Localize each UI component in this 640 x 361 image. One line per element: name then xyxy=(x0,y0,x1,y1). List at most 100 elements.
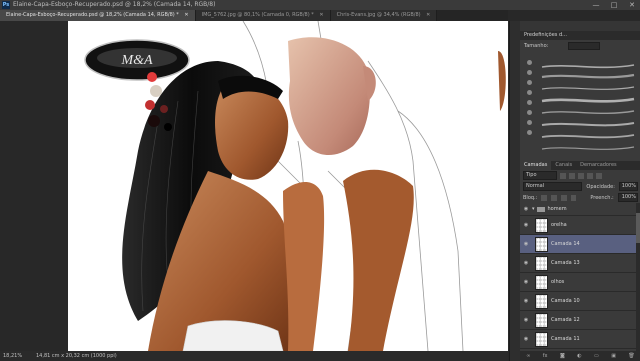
layer-group-homem[interactable]: ◉ ▾ homem xyxy=(520,203,640,216)
tab-elaine-capa[interactable]: Elaine-Capa-Esboço-Recuperado.psd @ 18,2… xyxy=(0,10,196,21)
filter-pixel-icon[interactable] xyxy=(560,172,566,179)
layer-name: Camada 14 xyxy=(551,241,580,247)
chevron-down-icon[interactable]: ▾ xyxy=(532,206,535,212)
visibility-eye-icon[interactable]: ◉ xyxy=(520,241,532,247)
blend-mode-select[interactable]: Normal xyxy=(523,182,583,191)
document-tabs: Elaine-Capa-Esboço-Recuperado.psd @ 18,2… xyxy=(0,10,508,21)
document-info[interactable]: 14,81 cm x 20,32 cm (1000 ppi) xyxy=(36,351,117,361)
layer-filter-row: Tipo xyxy=(520,170,640,181)
filter-adjustment-icon[interactable] xyxy=(569,172,575,179)
group-name: homem xyxy=(547,206,567,212)
layer-thumbnail xyxy=(535,312,548,328)
tab-brush-presets[interactable]: Predefinições d... xyxy=(524,31,567,40)
tab-channels[interactable]: Canais xyxy=(551,161,576,170)
filter-label: Tipo xyxy=(526,172,537,178)
visibility-eye-icon[interactable]: ◉ xyxy=(520,222,532,228)
new-layer-icon[interactable]: ▣ xyxy=(611,353,616,359)
close-icon[interactable]: ✕ xyxy=(319,12,323,18)
minimize-button[interactable]: — xyxy=(590,0,602,10)
layer-row[interactable]: ◉ Camada 13 xyxy=(520,254,640,273)
layer-thumbnail xyxy=(535,217,548,233)
trash-icon[interactable]: 🗑 xyxy=(628,353,634,359)
close-window-button[interactable]: ✕ xyxy=(626,0,638,10)
zoom-level[interactable]: 18,21% xyxy=(3,351,22,361)
fill-field[interactable]: 100% xyxy=(617,193,638,202)
brush-dot-icon[interactable] xyxy=(527,60,532,65)
blend-row: Normal Opacidade: 100% xyxy=(520,181,640,192)
layer-row[interactable]: ◉ Camada 10 xyxy=(520,292,640,311)
adjustment-icon[interactable]: ◐ xyxy=(577,353,581,359)
tab-label: Elaine-Capa-Esboço-Recuperado.psd @ 18,2… xyxy=(6,12,179,18)
lock-position-icon[interactable] xyxy=(560,194,567,201)
tab-label: IMG_5762.jpg @ 80,1% (Camada 0, RGB/8) * xyxy=(201,12,314,18)
tab-layers[interactable]: Camadas xyxy=(520,161,552,170)
brush-dot-icon[interactable] xyxy=(527,120,532,125)
layers-footer: ∞ fx ◙ ◐ ▭ ▣ 🗑 xyxy=(520,351,640,361)
layer-row[interactable]: ◉ olhos xyxy=(520,273,640,292)
fx-icon[interactable]: fx xyxy=(543,353,548,359)
layer-row[interactable]: ◉ orelha xyxy=(520,216,640,235)
brush-dot-icon[interactable] xyxy=(527,70,532,75)
link-icon[interactable]: ∞ xyxy=(526,353,530,359)
scrollbar-thumb[interactable] xyxy=(636,213,640,243)
man-face xyxy=(288,37,370,156)
opacity-label: Opacidade: xyxy=(586,183,615,190)
tab-label: Chris-Evans.jpg @ 34,4% (RGB/8) xyxy=(336,12,421,18)
visibility-eye-icon[interactable]: ◉ xyxy=(520,279,532,285)
woman-hand-right xyxy=(343,169,414,351)
tab-img-5762[interactable]: IMG_5762.jpg @ 80,1% (Camada 0, RGB/8) *… xyxy=(195,10,331,21)
brush-dot-icon[interactable] xyxy=(527,80,532,85)
brush-dot-icon[interactable] xyxy=(527,100,532,105)
brush-size-field[interactable] xyxy=(568,42,601,50)
woman-hand-left xyxy=(283,181,325,351)
filter-type-icon[interactable] xyxy=(578,172,584,179)
brush-dot-icon[interactable] xyxy=(527,90,532,95)
brush-size-row: Tamanho: xyxy=(520,40,640,52)
layers-scrollbar[interactable] xyxy=(636,203,640,351)
folder-icon[interactable]: ▭ xyxy=(594,353,599,359)
opacity-field[interactable]: 100% xyxy=(618,182,638,191)
logo-text: M&A xyxy=(120,53,153,68)
color-swatches xyxy=(145,72,172,131)
tab-paths[interactable]: Demarcadores xyxy=(576,161,620,170)
close-icon[interactable]: ✕ xyxy=(426,12,430,18)
lock-transparent-icon[interactable] xyxy=(541,194,548,201)
visibility-eye-icon[interactable]: ◉ xyxy=(520,317,532,323)
brush-tool-dots xyxy=(526,57,534,167)
brush-dot-icon[interactable] xyxy=(527,110,532,115)
mask-icon[interactable]: ◙ xyxy=(560,353,565,359)
document-canvas[interactable]: M&A xyxy=(68,21,508,351)
workspace: M&A xyxy=(0,21,508,351)
layer-thumbnail xyxy=(535,255,548,271)
layer-filter-select[interactable]: Tipo xyxy=(523,171,557,180)
layer-list: ◉ ▾ homem ◉ orelha ◉ Camada 14 ◉ Camada … xyxy=(520,203,640,351)
right-panel: Predefinições d... Tamanho: Camadas Cana… xyxy=(509,21,640,361)
folder-icon xyxy=(536,206,545,212)
fill-value: 100% xyxy=(621,194,636,200)
layer-row[interactable]: ◉ Camada 14 xyxy=(520,235,640,254)
brush-dot-icon[interactable] xyxy=(527,130,532,135)
close-icon[interactable]: ✕ xyxy=(184,12,188,18)
visibility-eye-icon[interactable]: ◉ xyxy=(520,206,532,212)
brush-size-label: Tamanho: xyxy=(524,43,549,49)
blend-mode-value: Normal xyxy=(526,183,545,189)
lock-image-icon[interactable] xyxy=(551,194,557,201)
tab-chris-evans[interactable]: Chris-Evans.jpg @ 34,4% (RGB/8) ✕ xyxy=(330,10,438,21)
panel-icon-strip xyxy=(510,21,520,361)
layer-row[interactable]: ◉ Camada 11 xyxy=(520,330,640,349)
lock-all-icon[interactable] xyxy=(570,194,577,201)
filter-smart-object-icon[interactable] xyxy=(596,172,602,179)
layer-thumbnail xyxy=(535,331,548,347)
filter-shape-icon[interactable] xyxy=(587,172,593,179)
status-bar: 18,21% 14,81 cm x 20,32 cm (1000 ppi) xyxy=(0,351,508,361)
brush-list[interactable] xyxy=(520,57,640,167)
maximize-button[interactable]: □ xyxy=(608,0,620,10)
visibility-eye-icon[interactable]: ◉ xyxy=(520,260,532,266)
layer-row[interactable]: ◉ Camada 12 xyxy=(520,311,640,330)
layer-name: olhos xyxy=(551,279,565,285)
visibility-eye-icon[interactable]: ◉ xyxy=(520,298,532,304)
layer-name: Camada 10 xyxy=(551,298,580,304)
visibility-eye-icon[interactable]: ◉ xyxy=(520,336,532,342)
layer-name: orelha xyxy=(551,222,567,228)
layer-name: Camada 12 xyxy=(551,317,580,323)
